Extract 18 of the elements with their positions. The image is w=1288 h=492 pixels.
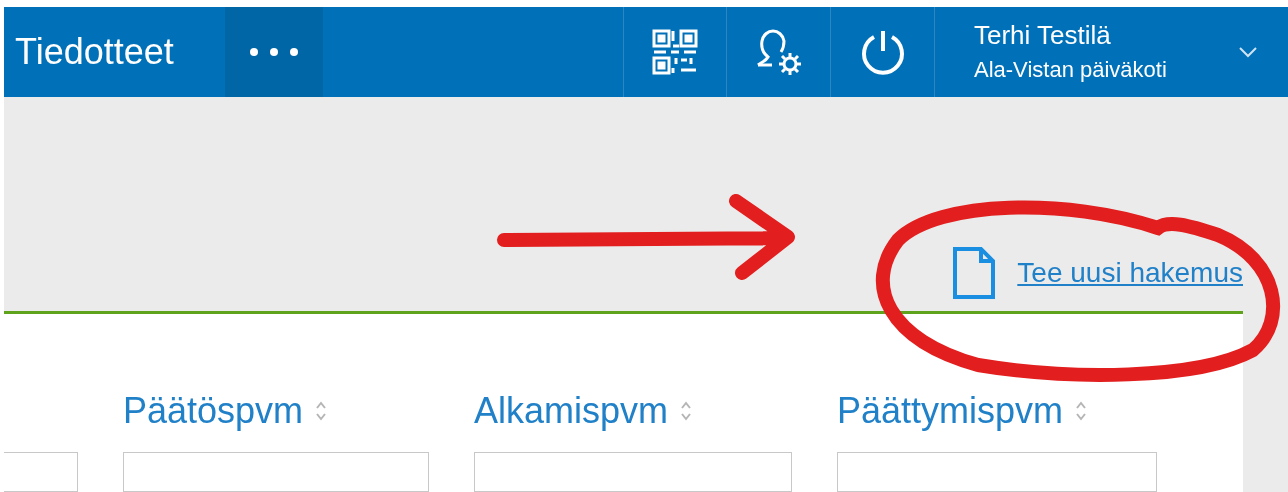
user-unit: Ala-Vistan päiväkoti [974,57,1168,83]
column-header[interactable]: Alkamispvm [474,390,669,432]
filter-field[interactable] [837,452,1157,492]
document-icon [953,247,996,300]
chevron-down-icon [1238,46,1258,58]
filter-field[interactable] [123,452,429,492]
column-header[interactable]: Päätöspvm [123,390,304,432]
qr-code-icon [651,28,699,76]
sort-icon[interactable] [680,400,693,422]
filter-field[interactable] [474,452,792,492]
user-name: Terhi Testilä [974,21,1112,49]
page-title: Tiedotteet [14,30,175,74]
filter-field[interactable] [4,452,78,492]
sort-icon[interactable] [315,400,328,422]
more-icon [249,47,299,57]
more-button[interactable] [225,7,323,97]
column-header[interactable]: Päättymispvm [837,390,1064,432]
sort-icon[interactable] [1075,400,1088,422]
